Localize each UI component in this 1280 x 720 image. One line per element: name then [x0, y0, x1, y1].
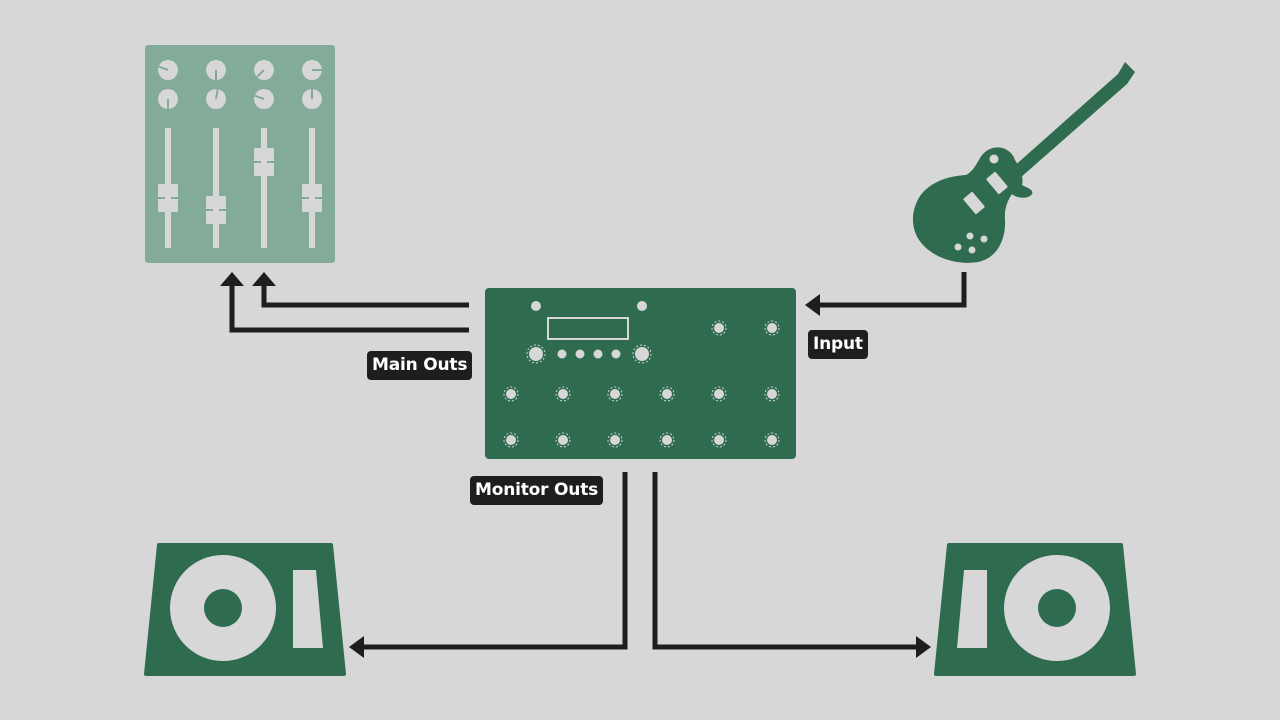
arrowhead-main-1: [220, 272, 244, 286]
input-label: Input: [808, 330, 868, 359]
monitor-right-line: [652, 472, 918, 650]
processor-button: [557, 349, 567, 359]
mixer-knob: [158, 89, 178, 109]
guitar-icon: [912, 62, 1135, 263]
processor-icon: [485, 288, 796, 459]
input-line: [818, 272, 967, 308]
monitor-left-icon: [144, 543, 346, 676]
processor-button: [593, 349, 603, 359]
mixer-knob: [158, 60, 178, 80]
mixer-knob: [206, 88, 226, 109]
main-outs-label: Main Outs: [367, 351, 473, 380]
mixer-knob: [206, 60, 226, 80]
mixer-knob: [254, 89, 274, 109]
arrowhead-main-2: [252, 272, 276, 286]
arrowhead-input: [805, 294, 820, 316]
monitor-outs-label: Monitor Outs: [470, 476, 604, 505]
arrowhead-monitor-left: [349, 636, 364, 658]
monitor-right-icon: [934, 543, 1136, 676]
routing-diagram: [144, 45, 1136, 676]
processor-button: [611, 349, 621, 359]
processor-button: [575, 349, 585, 359]
mixer-icon: [145, 45, 335, 263]
arrowhead-monitor-right: [916, 636, 931, 658]
mixer-knob: [302, 60, 322, 80]
mixer-knob: [302, 89, 322, 109]
mixer-knob: [254, 60, 274, 80]
main-out-line-2: [261, 283, 469, 308]
